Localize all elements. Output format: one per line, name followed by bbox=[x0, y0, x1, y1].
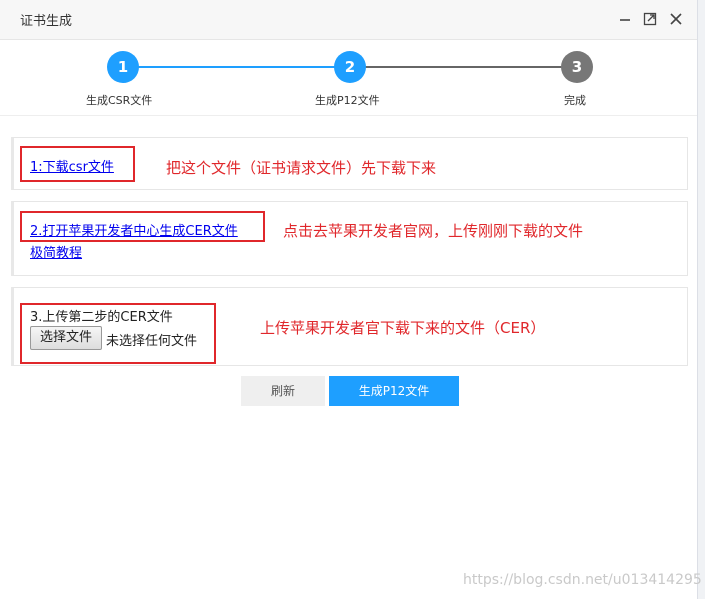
dialog-titlebar: 证书生成 bbox=[0, 0, 697, 40]
background-page-edge bbox=[697, 0, 705, 599]
step-progress: 1 2 3 生成CSR文件 生成P12文件 完成 bbox=[0, 40, 697, 116]
step-2-circle: 2 bbox=[334, 51, 366, 83]
dialog-title: 证书生成 bbox=[20, 14, 73, 29]
step-1-label: 生成CSR文件 bbox=[86, 94, 153, 107]
watermark: https://blog.csdn.net/u013414295 bbox=[463, 572, 702, 588]
annotation-1: 把这个文件（证书请求文件）先下载下来 bbox=[166, 159, 437, 177]
choose-file-button[interactable]: 选择文件 bbox=[30, 326, 102, 350]
generate-p12-button[interactable]: 生成P12文件 bbox=[329, 376, 459, 406]
maximize-icon[interactable] bbox=[642, 11, 658, 27]
annotation-3: 上传苹果开发者官下载下来的文件（CER） bbox=[260, 319, 546, 337]
file-status-text: 未选择任何文件 bbox=[106, 334, 198, 349]
annotation-2: 点击去苹果开发者官网，上传刚刚下载的文件 bbox=[283, 222, 584, 240]
step-2-label: 生成P12文件 bbox=[315, 94, 380, 107]
upload-cer-label: 3.上传第二步的CER文件 bbox=[30, 310, 173, 325]
tutorial-link[interactable]: 极简教程 bbox=[30, 242, 82, 261]
step-1-circle: 1 bbox=[107, 51, 139, 83]
step-connector-1 bbox=[137, 66, 335, 68]
refresh-button[interactable]: 刷新 bbox=[241, 376, 325, 406]
download-csr-link[interactable]: 1:下载csr文件 bbox=[30, 156, 114, 175]
step-connector-2 bbox=[364, 66, 562, 68]
step-3-label: 完成 bbox=[564, 94, 586, 107]
step-3-circle: 3 bbox=[561, 51, 593, 83]
open-apple-developer-link[interactable]: 2.打开苹果开发者中心生成CER文件 bbox=[30, 220, 238, 239]
steps-divider bbox=[0, 115, 697, 116]
close-icon[interactable] bbox=[668, 11, 684, 27]
minimize-icon[interactable] bbox=[617, 11, 633, 27]
